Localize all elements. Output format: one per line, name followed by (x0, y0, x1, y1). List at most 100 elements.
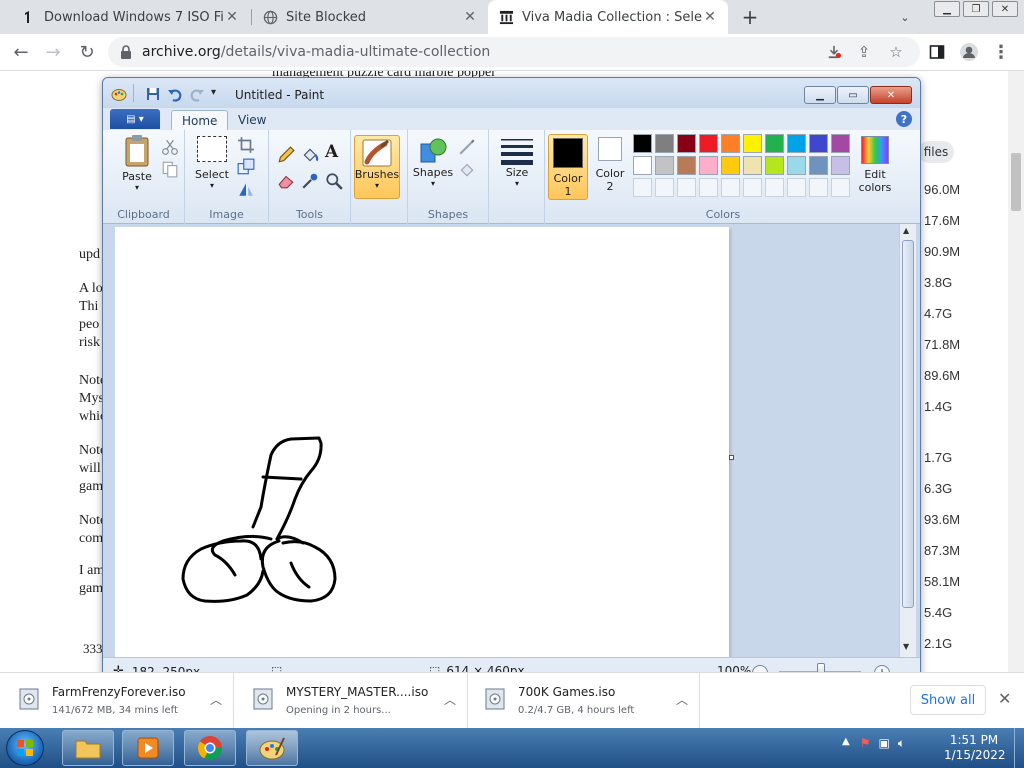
close-icon[interactable]: ✕ (702, 9, 718, 25)
pencil-icon[interactable] (277, 146, 295, 164)
new-tab-button[interactable]: + (738, 5, 762, 29)
show-all-downloads-button[interactable]: Show all (910, 685, 986, 715)
bookmark-star-icon[interactable]: ☆ (886, 42, 906, 62)
files-button[interactable]: files (918, 141, 954, 163)
crop-icon[interactable] (237, 136, 255, 154)
flag-alert-icon[interactable]: ⚑ (860, 736, 871, 751)
paste-button[interactable]: Paste ▾ (117, 134, 157, 192)
undo-icon[interactable] (167, 86, 183, 102)
paint-minimize-button[interactable]: ▁ (804, 86, 836, 104)
color2-button[interactable]: Color 2 (591, 137, 629, 193)
address-bar[interactable]: archive.org/details/viva-madia-ultimate-… (108, 37, 920, 67)
tab-site-blocked[interactable]: Site Blocked ✕ (252, 0, 488, 34)
resize-handle[interactable] (729, 455, 734, 460)
download-item[interactable]: FarmFrenzyForever.iso 141/672 MB, 34 min… (4, 673, 234, 729)
custom-color-slot[interactable] (633, 178, 652, 197)
palette-swatch[interactable] (699, 156, 718, 175)
edit-colors-button[interactable]: Edit colors (853, 136, 897, 194)
chevron-up-icon[interactable]: ︿ (210, 691, 222, 708)
palette-swatch[interactable] (787, 134, 806, 153)
palette-swatch[interactable] (633, 156, 652, 175)
custom-color-slot[interactable] (831, 178, 850, 197)
resize-icon[interactable] (237, 158, 255, 176)
custom-color-slot[interactable] (677, 178, 696, 197)
download-item[interactable]: 700K Games.iso 0.2/4.7 GB, 4 hours left … (470, 673, 700, 729)
minimize-button[interactable]: ▁ (934, 1, 960, 17)
outline-icon[interactable] (458, 138, 476, 156)
show-desktop-button[interactable] (1014, 728, 1024, 768)
brushes-button[interactable]: Brushes ▾ (354, 135, 400, 199)
palette-swatch[interactable] (721, 156, 740, 175)
download-item[interactable]: MYSTERY_MASTER....iso Opening in 2 hours… (238, 673, 468, 729)
network-icon[interactable]: ▣ (878, 736, 889, 751)
palette-swatch[interactable] (655, 156, 674, 175)
start-button[interactable] (6, 730, 44, 766)
download-blocked-icon[interactable] (824, 42, 844, 62)
share-icon[interactable]: ⇪ (854, 42, 874, 62)
tab-download-windows7[interactable]: Download Windows 7 ISO File (U ✕ (10, 0, 250, 34)
rotate-icon[interactable] (237, 180, 255, 198)
custom-color-slot[interactable] (765, 178, 784, 197)
help-icon[interactable]: ? (896, 111, 912, 127)
palette-swatch[interactable] (809, 156, 828, 175)
magnifier-icon[interactable] (325, 172, 343, 190)
restore-button[interactable]: ❐ (963, 1, 989, 17)
palette-swatch[interactable] (721, 134, 740, 153)
tab-viva-madia[interactable]: Viva Madia Collection : Selectsoft ✕ (488, 0, 728, 34)
palette-swatch[interactable] (809, 134, 828, 153)
scrollbar-thumb[interactable] (1011, 153, 1021, 211)
canvas-scrollbar[interactable]: ▲ ▼ (899, 224, 916, 657)
palette-swatch[interactable] (831, 156, 850, 175)
scroll-up-icon[interactable]: ▲ (903, 226, 909, 235)
cut-icon[interactable] (161, 138, 179, 156)
chevron-up-icon[interactable]: ︿ (444, 691, 456, 708)
palette-swatch[interactable] (831, 134, 850, 153)
fill-icon[interactable] (458, 160, 476, 178)
taskbar-chrome[interactable] (184, 730, 236, 766)
save-icon[interactable] (145, 86, 161, 102)
custom-color-slot[interactable] (787, 178, 806, 197)
custom-color-slot[interactable] (699, 178, 718, 197)
close-icon[interactable]: ✕ (462, 9, 478, 25)
redo-icon[interactable] (189, 86, 205, 102)
palette-swatch[interactable] (765, 156, 784, 175)
fill-bucket-icon[interactable] (301, 146, 319, 164)
taskbar-media-player[interactable] (122, 730, 174, 766)
page-scrollbar[interactable] (1008, 71, 1024, 672)
shapes-button[interactable]: Shapes ▾ (412, 136, 454, 188)
palette-swatch[interactable] (765, 134, 784, 153)
reload-button[interactable]: ↻ (74, 39, 100, 65)
forward-button[interactable]: → (40, 39, 66, 65)
tab-view[interactable]: View (228, 110, 276, 130)
custom-color-slot[interactable] (721, 178, 740, 197)
paint-maximize-button[interactable]: ▭ (837, 86, 869, 104)
custom-color-slot[interactable] (743, 178, 762, 197)
back-button[interactable]: ← (8, 39, 34, 65)
palette-swatch[interactable] (787, 156, 806, 175)
copy-icon[interactable] (161, 160, 179, 178)
palette-swatch[interactable] (677, 134, 696, 153)
palette-swatch[interactable] (699, 134, 718, 153)
palette-swatch[interactable] (743, 156, 762, 175)
paint-menu-button[interactable]: ▤ ▾ (110, 109, 160, 129)
close-icon[interactable]: ✕ (224, 9, 240, 25)
customize-qat-icon[interactable]: ▾ (211, 87, 216, 98)
paint-title-bar[interactable]: ▾ Untitled - Paint ▁ ▭ ✕ (103, 78, 920, 108)
paint-app-icon[interactable] (111, 86, 127, 102)
taskbar-paint[interactable] (246, 730, 298, 766)
tab-search-chevron-icon[interactable]: ⌄ (896, 8, 914, 26)
color-picker-icon[interactable] (301, 172, 319, 190)
palette-swatch[interactable] (633, 134, 652, 153)
kebab-menu-icon[interactable]: ⋮ (988, 39, 1014, 65)
profile-avatar-icon[interactable] (956, 39, 982, 65)
side-panel-icon[interactable] (924, 39, 950, 65)
canvas-scrollbar-thumb[interactable] (902, 240, 914, 608)
eraser-icon[interactable] (277, 172, 295, 190)
text-tool-icon[interactable]: A (325, 142, 338, 162)
paint-close-button[interactable]: ✕ (870, 86, 912, 104)
size-button[interactable]: Size ▾ (497, 136, 537, 188)
select-button[interactable]: Select ▾ (193, 136, 231, 190)
palette-swatch[interactable] (677, 156, 696, 175)
tab-home[interactable]: Home (171, 110, 229, 130)
tray-chevron-up-icon[interactable]: ▲ (842, 736, 850, 751)
